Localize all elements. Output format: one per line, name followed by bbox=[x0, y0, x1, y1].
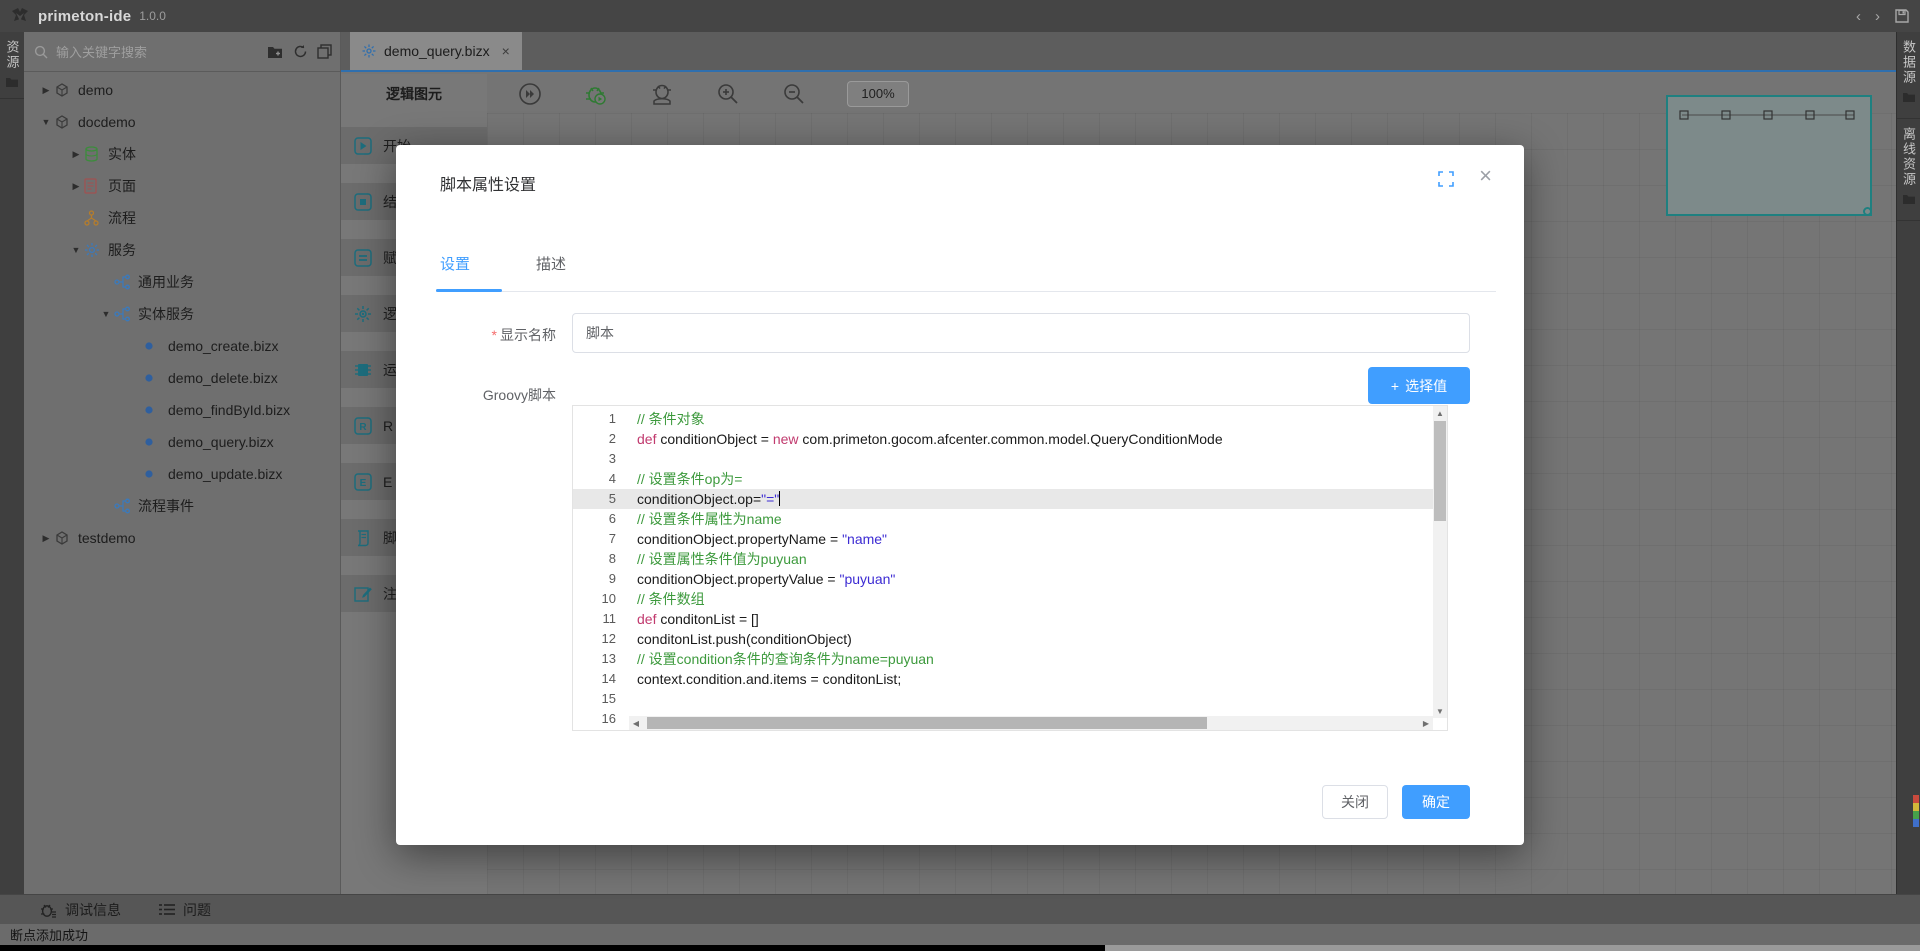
line-number: 9 bbox=[573, 569, 629, 589]
code-line-3[interactable]: 3 bbox=[573, 449, 1447, 469]
code-line-14[interactable]: 14context.condition.and.items = conditon… bbox=[573, 669, 1447, 689]
editor-vertical-scrollbar[interactable]: ▲ ▼ bbox=[1433, 406, 1447, 718]
code-line-4[interactable]: 4// 设置条件op为= bbox=[573, 469, 1447, 489]
code-line-6[interactable]: 6// 设置条件属性为name bbox=[573, 509, 1447, 529]
horizontal-scroll-thumb[interactable] bbox=[647, 717, 1207, 729]
line-number: 1 bbox=[573, 409, 629, 429]
ide-window: primeton-ide 1.0.0 ‹ › 资源 数据源离线资源 输入关键字搜… bbox=[0, 0, 1920, 951]
code-line-8[interactable]: 8// 设置属性条件值为puyuan bbox=[573, 549, 1447, 569]
active-tab-indicator bbox=[436, 289, 502, 292]
code-line-5[interactable]: 5conditionObject.op="=" bbox=[573, 489, 1447, 509]
code-line-content: def conditionObject = new com.primeton.g… bbox=[629, 429, 1223, 449]
code-line-7[interactable]: 7conditionObject.propertyName = "name" bbox=[573, 529, 1447, 549]
code-line-content: conditionObject.propertyName = "name" bbox=[629, 529, 887, 549]
line-number: 14 bbox=[573, 669, 629, 689]
groovy-code-editor[interactable]: 1// 条件对象2def conditionObject = new com.p… bbox=[572, 405, 1448, 731]
text-cursor bbox=[779, 491, 780, 506]
scroll-left-icon[interactable]: ◀ bbox=[629, 716, 643, 730]
code-line-content: def conditonList = [] bbox=[629, 609, 759, 629]
scroll-up-icon[interactable]: ▲ bbox=[1433, 406, 1447, 420]
code-line-1[interactable]: 1// 条件对象 bbox=[573, 409, 1447, 429]
code-line-content: // 条件数组 bbox=[629, 589, 705, 609]
plus-icon: + bbox=[1391, 378, 1399, 394]
required-asterisk: * bbox=[492, 327, 497, 343]
line-number: 16 bbox=[573, 709, 629, 729]
tab-settings[interactable]: 设置 bbox=[440, 253, 470, 288]
line-number: 5 bbox=[573, 489, 629, 509]
choose-value-button[interactable]: + 选择值 bbox=[1368, 367, 1470, 404]
script-properties-dialog: 脚本属性设置 × 设置 描述 *显示名称 脚本 Groovy脚本 + 选择值 1… bbox=[396, 145, 1524, 845]
tabs-divider bbox=[436, 291, 1496, 292]
code-line-content bbox=[629, 689, 637, 709]
code-line-9[interactable]: 9conditionObject.propertyValue = "puyuan… bbox=[573, 569, 1447, 589]
code-line-content: context.condition.and.items = conditonLi… bbox=[629, 669, 901, 689]
line-number: 6 bbox=[573, 509, 629, 529]
code-line-13[interactable]: 13// 设置condition条件的查询条件为name=puyuan bbox=[573, 649, 1447, 669]
line-number: 15 bbox=[573, 689, 629, 709]
line-number: 8 bbox=[573, 549, 629, 569]
code-line-content: // 设置条件op为= bbox=[629, 469, 742, 489]
scroll-down-icon[interactable]: ▼ bbox=[1433, 704, 1447, 718]
display-name-label: *显示名称 bbox=[416, 325, 556, 345]
tab-description[interactable]: 描述 bbox=[536, 253, 566, 288]
line-number: 10 bbox=[573, 589, 629, 609]
editor-horizontal-scrollbar[interactable]: ◀ ▶ bbox=[629, 716, 1433, 730]
display-name-value: 脚本 bbox=[586, 323, 614, 343]
code-line-content: conditonList.push(conditionObject) bbox=[629, 629, 852, 649]
dialog-title: 脚本属性设置 bbox=[440, 171, 536, 195]
maximize-icon[interactable] bbox=[1438, 171, 1454, 192]
code-line-content bbox=[629, 449, 637, 469]
code-line-content: // 设置条件属性为name bbox=[629, 509, 782, 529]
scroll-right-icon[interactable]: ▶ bbox=[1419, 716, 1433, 730]
code-line-12[interactable]: 12conditonList.push(conditionObject) bbox=[573, 629, 1447, 649]
line-number: 13 bbox=[573, 649, 629, 669]
code-line-content: // 设置condition条件的查询条件为name=puyuan bbox=[629, 649, 934, 669]
close-button[interactable]: 关闭 bbox=[1322, 785, 1388, 819]
line-number: 11 bbox=[573, 609, 629, 629]
line-number: 7 bbox=[573, 529, 629, 549]
code-line-content: // 条件对象 bbox=[629, 409, 705, 429]
code-line-11[interactable]: 11def conditonList = [] bbox=[573, 609, 1447, 629]
code-line-content: conditionObject.propertyValue = "puyuan" bbox=[629, 569, 895, 589]
line-number: 3 bbox=[573, 449, 629, 469]
code-line-content: // 设置属性条件值为puyuan bbox=[629, 549, 807, 569]
code-line-10[interactable]: 10// 条件数组 bbox=[573, 589, 1447, 609]
line-number: 2 bbox=[573, 429, 629, 449]
line-number: 4 bbox=[573, 469, 629, 489]
ok-button[interactable]: 确定 bbox=[1402, 785, 1470, 819]
code-line-content: conditionObject.op="=" bbox=[629, 489, 780, 509]
code-line-2[interactable]: 2def conditionObject = new com.primeton.… bbox=[573, 429, 1447, 449]
dialog-tabs: 设置 描述 bbox=[440, 253, 566, 288]
display-name-input[interactable]: 脚本 bbox=[572, 313, 1470, 353]
groovy-script-label: Groovy脚本 bbox=[416, 385, 556, 405]
code-line-15[interactable]: 15 bbox=[573, 689, 1447, 709]
close-icon[interactable]: × bbox=[1479, 165, 1492, 187]
vertical-scroll-thumb[interactable] bbox=[1434, 421, 1446, 521]
line-number: 12 bbox=[573, 629, 629, 649]
